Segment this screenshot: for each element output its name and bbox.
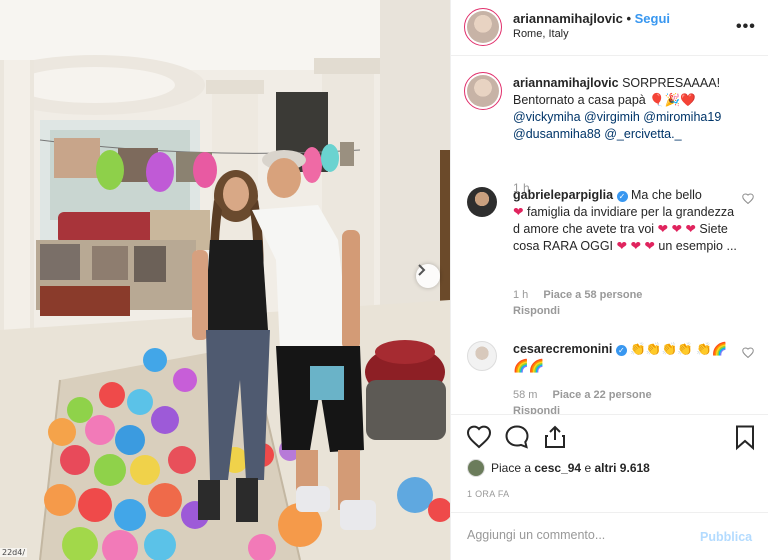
- mention-link[interactable]: @dusanmiha88: [513, 127, 601, 141]
- comments-section[interactable]: ariannamihajlovic SORPRESAAAA! Bentornat…: [451, 57, 768, 414]
- location-link[interactable]: Rome, Italy: [513, 28, 569, 40]
- heart-emoji-icon: ❤: [513, 205, 524, 219]
- comment-meta: 1 h Piace a 58 persone: [513, 289, 642, 301]
- comment-time: 1 h: [513, 289, 529, 301]
- liker-username[interactable]: cesc_94: [534, 461, 581, 475]
- comment-item: cesarecremonini ✓ 👏👏👏👏 👏🌈🌈🌈 58 m Piace a…: [467, 341, 757, 414]
- reply-label: Rispondi: [513, 405, 561, 414]
- post-timestamp: 1 ORA FA: [467, 489, 510, 499]
- commenter-username[interactable]: cesarecremonini: [513, 342, 612, 356]
- add-comment-input[interactable]: [467, 528, 687, 542]
- add-comment-bar: Pubblica: [451, 512, 768, 560]
- separator-dot: •: [626, 11, 632, 26]
- comment-item: gabrieleparpiglia ✓ Ma che bello ❤ famig…: [467, 187, 757, 317]
- caption-avatar[interactable]: [464, 72, 502, 110]
- next-photo-button[interactable]: [416, 264, 440, 288]
- comment-text: Ma che bello: [631, 188, 702, 202]
- comment-likes-link[interactable]: Piace a 22 persone: [553, 389, 652, 401]
- commenter-avatar[interactable]: [467, 187, 497, 217]
- reply-button[interactable]: Rispondi: [513, 405, 560, 414]
- liker-avatar: [467, 459, 485, 477]
- mention-link[interactable]: @virgimih: [584, 110, 640, 124]
- chevron-right-icon: [418, 264, 426, 276]
- author-username-row: ariannamihajlovic • Segui: [513, 11, 670, 26]
- bookmark-icon[interactable]: [731, 423, 759, 451]
- comment-body: gabrieleparpiglia ✓ Ma che bello ❤ famig…: [513, 187, 737, 255]
- likes-others-link[interactable]: altri 9.618: [594, 461, 649, 475]
- like-comment-heart-icon[interactable]: [742, 347, 754, 358]
- commenter-avatar[interactable]: [467, 341, 497, 371]
- heart-emoji-icon: ❤ ❤ ❤: [657, 222, 696, 236]
- comment-text: un esempio ...: [658, 239, 737, 253]
- share-icon[interactable]: [541, 423, 569, 451]
- comment-meta: 58 m Piace a 22 persone: [513, 389, 652, 401]
- verified-icon: ✓: [616, 191, 628, 202]
- post-photo[interactable]: 22d4/: [0, 0, 450, 560]
- mention-link[interactable]: @miromiha19: [643, 110, 721, 124]
- reply-button[interactable]: Rispondi: [513, 305, 560, 317]
- post-header: ariannamihajlovic • Segui Rome, Italy ••…: [451, 0, 768, 56]
- publish-button[interactable]: Pubblica: [700, 530, 752, 544]
- more-options-button[interactable]: •••: [736, 18, 756, 36]
- heart-emoji-icon: ❤ ❤ ❤: [616, 239, 655, 253]
- post-detail-panel: ariannamihajlovic • Segui Rome, Italy ••…: [450, 0, 768, 560]
- photo-label: 22d4/: [0, 548, 28, 557]
- post-actions: Piace a cesc_94 e altri 9.618 1 ORA FA: [451, 414, 768, 504]
- likes-prefix: Piace a: [491, 461, 532, 475]
- follow-button[interactable]: Segui: [635, 11, 670, 26]
- caption-body: ariannamihajlovic SORPRESAAAA! Bentornat…: [513, 75, 737, 143]
- party-photo-image: [0, 0, 450, 560]
- comment-icon[interactable]: [503, 423, 531, 451]
- like-comment-heart-icon[interactable]: [742, 193, 754, 204]
- author-avatar[interactable]: [464, 8, 502, 46]
- comment-body: cesarecremonini ✓ 👏👏👏👏 👏🌈🌈🌈: [513, 341, 737, 375]
- reply-label: Rispondi: [513, 305, 561, 317]
- likes-middle: e: [584, 461, 592, 475]
- mention-link[interactable]: @vickymiha: [513, 110, 581, 124]
- author-username[interactable]: ariannamihajlovic: [513, 11, 623, 26]
- mention-link[interactable]: @_ercivetta._: [604, 127, 681, 141]
- commenter-username[interactable]: gabrieleparpiglia: [513, 188, 613, 202]
- like-heart-icon[interactable]: [465, 423, 493, 451]
- more-icon: •••: [736, 18, 756, 35]
- caption-username[interactable]: ariannamihajlovic: [513, 76, 619, 90]
- likes-summary[interactable]: Piace a cesc_94 e altri 9.618: [467, 459, 650, 477]
- comment-likes-link[interactable]: Piace a 58 persone: [543, 289, 642, 301]
- comment-time: 58 m: [513, 389, 538, 401]
- verified-icon: ✓: [615, 345, 627, 356]
